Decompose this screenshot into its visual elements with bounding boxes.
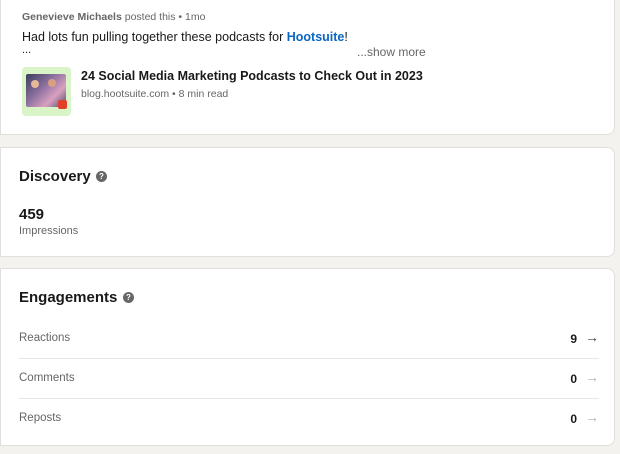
help-icon[interactable]: ? (96, 171, 107, 182)
person-image (31, 80, 39, 88)
post-ellipsis: ... (22, 44, 32, 56)
article-meta: blog.hootsuite.com • 8 min read (81, 88, 229, 100)
posted-meta: posted this • 1mo (124, 11, 206, 23)
impressions-label: Impressions (19, 225, 79, 237)
author-name[interactable]: Genevieve Michaels (22, 11, 122, 23)
discovery-title: Discovery (19, 168, 91, 185)
engagements-card: Engagements ? Reactions 9 → Comments 0 →… (0, 268, 615, 446)
reactions-label: Reactions (19, 332, 71, 344)
show-more-button[interactable]: ...show more (357, 45, 426, 59)
comments-count: 0 (570, 372, 577, 386)
engagements-title: Engagements (19, 289, 118, 306)
article-title-link[interactable]: 24 Social Media Marketing Podcasts to Ch… (81, 69, 423, 83)
reposts-count: 0 (570, 412, 577, 426)
impressions-count: 459 (19, 206, 45, 223)
podcast-badge-icon (58, 100, 67, 109)
comments-label: Comments (19, 372, 75, 384)
hootsuite-mention-link[interactable]: Hootsuite (287, 30, 345, 44)
post-text: Had lots fun pulling together these podc… (22, 30, 348, 44)
help-icon[interactable]: ? (123, 292, 134, 303)
post-text-body: Had lots fun pulling together these podc… (22, 30, 287, 44)
post-card: Genevieve Michaels posted this • 1mo Had… (0, 0, 615, 135)
post-text-end: ! (344, 30, 348, 44)
arrow-right-icon[interactable]: → (585, 409, 599, 425)
reactions-count: 9 (570, 332, 577, 346)
posted-by-line: Genevieve Michaels posted this • 1mo (22, 11, 205, 23)
person-image (48, 79, 56, 87)
article-thumbnail[interactable] (22, 67, 71, 116)
discovery-card: Discovery ? 459 Impressions (0, 147, 615, 257)
reposts-label: Reposts (19, 412, 62, 424)
reactions-row[interactable]: Reactions 9 → (19, 319, 599, 359)
comments-row[interactable]: Comments 0 → (19, 359, 599, 399)
reposts-row[interactable]: Reposts 0 → (19, 399, 599, 439)
arrow-right-icon[interactable]: → (585, 329, 599, 345)
arrow-right-icon[interactable]: → (585, 369, 599, 385)
